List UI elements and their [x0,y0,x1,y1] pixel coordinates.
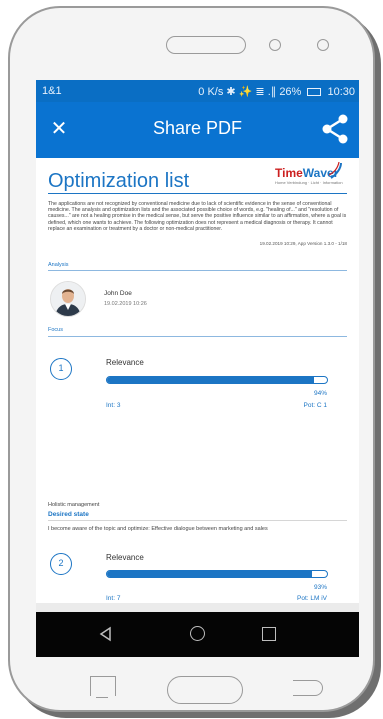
potency-value: Pot: C 1 [303,402,327,409]
person-name: John Doe [104,290,132,297]
battery-icon [307,88,322,97]
status-icons: 0 K/s ✱ ✨ ≣ .∥ 26% [198,86,302,98]
hardware-back-button[interactable] [293,680,323,696]
affirmation-text: I become aware of the topic and optimize… [48,526,268,532]
hardware-home-button[interactable] [167,676,243,704]
front-camera [269,39,281,51]
potency-value: Pot: LM iV [297,595,327,602]
person-photo-icon [51,282,85,316]
share-icon[interactable] [321,114,349,144]
logo-tagline: Home Verbindung · Licht · Information [275,180,343,185]
focus-divider [48,336,347,337]
nav-back-icon[interactable] [98,626,114,642]
system-nav-bar [36,612,359,657]
speaker-grille [166,36,246,54]
focus-heading: Focus [48,327,63,333]
statement-divider [48,520,347,521]
analysis-date: 19.02.2019 10:26 [104,301,147,307]
relevance-bar [106,570,328,578]
avatar [50,281,86,317]
document-title: Optimization list [48,170,190,192]
relevance-bar [106,376,328,384]
item-number-badge: 2 [50,553,72,575]
nav-home-icon[interactable] [190,626,205,641]
status-bar: 1&1 0 K/s ✱ ✨ ≣ .∥ 26% 10:30 [36,80,359,102]
disclaimer-text: The applications are not recognized by c… [48,201,347,232]
document-meta: 19.02.2019 10:29, App Version 1.3.0 - 1/… [259,241,347,246]
intensity-value: Int: 7 [106,595,121,602]
status-time: 10:30 [327,86,355,98]
sensor [317,39,329,51]
hardware-menu-button[interactable] [90,676,116,698]
category-label: Holistic management [48,502,100,508]
page-title: Share PDF [152,118,243,138]
app-bar: ✕ Share PDF [36,102,359,158]
carrier-label: 1&1 [42,85,62,97]
item-number-badge: 1 [50,358,72,380]
analysis-divider [48,270,347,271]
relevance-label: Relevance [106,358,144,367]
relevance-percent: 93% [313,584,327,591]
timewaver-logo: TimeWaver Home Verbindung · Licht · Info… [275,160,345,190]
nav-recents-icon[interactable] [262,627,276,641]
relevance-label: Relevance [106,553,144,562]
status-indicators: 0 K/s ✱ ✨ ≣ .∥ 26% 10:30 [198,85,355,98]
title-divider [48,193,347,194]
relevance-bar-fill [107,377,314,383]
relevance-percent: 94% [313,390,327,397]
device-screen: 1&1 0 K/s ✱ ✨ ≣ .∥ 26% 10:30 ✕ Share PDF… [36,80,359,657]
logo-swoosh-icon [329,162,342,179]
analysis-heading: Analysis [48,262,69,268]
intensity-value: Int: 3 [106,402,121,409]
relevance-bar-fill [107,571,312,577]
desired-state-label: Desired state [48,511,89,518]
